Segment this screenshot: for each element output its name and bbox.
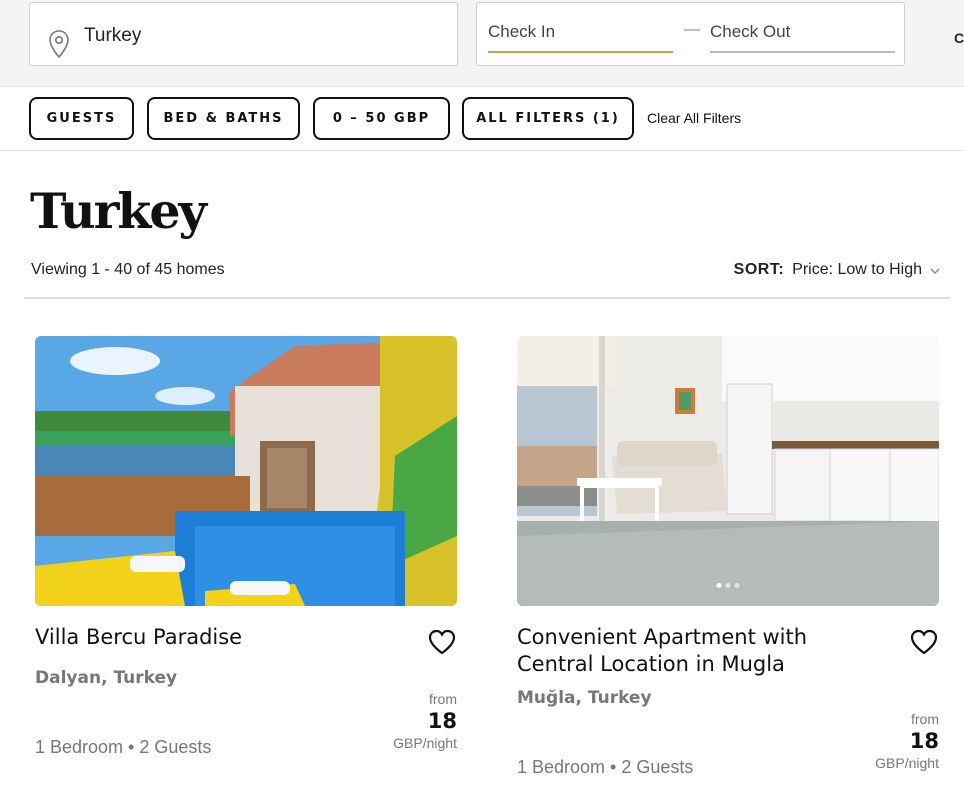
listing-price: from 18 GBP/night	[875, 711, 939, 771]
bed-baths-filter-button[interactable]: BED & BATHS	[147, 97, 300, 140]
listing-location: Muğla, Turkey	[517, 688, 652, 708]
price-unit: GBP/night	[875, 755, 939, 771]
cut-off-header-text[interactable]: C	[954, 30, 964, 46]
map-pin-icon	[49, 30, 69, 59]
listing-details: 1 Bedroom • 2 Guests	[517, 757, 694, 777]
price-prefix: from	[429, 691, 457, 707]
price-amount: 18	[427, 709, 457, 733]
villa-pool-image	[35, 336, 457, 606]
price-unit: GBP/night	[393, 735, 457, 751]
photo-dot[interactable]	[716, 583, 722, 588]
listing-price: from 18 GBP/night	[393, 691, 457, 751]
all-filters-button[interactable]: ALL FILTERS (1)	[462, 97, 634, 140]
apartment-interior-image	[517, 336, 939, 606]
listing-photo[interactable]	[35, 336, 457, 606]
heart-outline-icon[interactable]	[909, 628, 939, 656]
price-prefix: from	[911, 711, 939, 727]
listing-title[interactable]: Convenient Apartment with Central Locati…	[517, 624, 877, 678]
page-title: Turkey	[30, 182, 207, 240]
photo-dot[interactable]	[734, 583, 740, 588]
heart-outline-icon[interactable]	[427, 628, 457, 656]
divider	[24, 297, 950, 299]
photo-pagination-dots[interactable]	[716, 583, 740, 588]
listing-card[interactable]: Villa Bercu Paradise Dalyan, Turkey 1 Be…	[35, 336, 457, 757]
sort-dropdown[interactable]: SORT: Price: Low to High	[734, 261, 940, 279]
listing-card[interactable]: Convenient Apartment with Central Locati…	[517, 336, 939, 777]
check-out-field[interactable]: Check Out	[710, 22, 895, 53]
clear-all-filters-link[interactable]: Clear All Filters	[647, 110, 741, 126]
check-in-field[interactable]: Check In	[488, 22, 673, 53]
chevron-down-icon	[930, 268, 940, 274]
price-amount: 18	[909, 729, 939, 753]
location-value: Turkey	[84, 25, 142, 46]
guests-filter-button[interactable]: GUESTS	[29, 97, 134, 140]
listing-title[interactable]: Villa Bercu Paradise	[35, 624, 395, 651]
listing-photo[interactable]	[517, 336, 939, 606]
filter-bar: GUESTS BED & BATHS 0 – 50 GBP ALL FILTER…	[0, 87, 964, 151]
date-range-picker: Check In — Check Out	[476, 2, 905, 66]
sort-value: Price: Low to High	[792, 261, 922, 278]
results-count: Viewing 1 - 40 of 45 homes	[31, 261, 225, 278]
listing-location: Dalyan, Turkey	[35, 668, 178, 688]
photo-dot[interactable]	[725, 583, 731, 588]
date-separator: —	[684, 21, 700, 38]
search-bar: Turkey Check In — Check Out C	[0, 0, 964, 87]
listing-details: 1 Bedroom • 2 Guests	[35, 737, 212, 757]
sort-label: SORT:	[733, 261, 785, 278]
location-search-input[interactable]: Turkey	[29, 2, 458, 66]
price-filter-button[interactable]: 0 – 50 GBP	[313, 97, 450, 140]
